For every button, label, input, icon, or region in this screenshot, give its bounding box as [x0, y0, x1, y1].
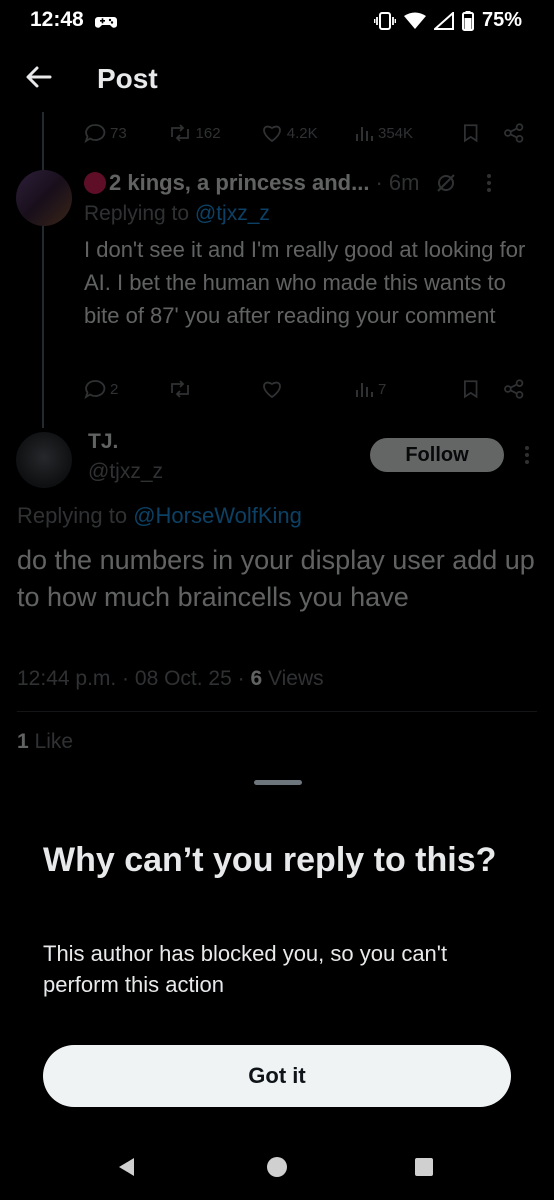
signal-icon: [433, 11, 454, 30]
reply-count: 2: [110, 380, 119, 398]
more-options-icon[interactable]: [485, 172, 493, 194]
repost-count: 162: [195, 124, 221, 142]
avatar[interactable]: [16, 170, 72, 226]
nav-recents-icon[interactable]: [414, 1157, 434, 1177]
avatar[interactable]: [16, 432, 72, 488]
repost-button[interactable]: [168, 379, 261, 399]
bookmark-icon[interactable]: [461, 123, 480, 143]
follow-button[interactable]: Follow: [370, 438, 504, 472]
likes-summary[interactable]: 1 Like: [17, 730, 73, 754]
reply-icon: [84, 124, 106, 143]
views-button[interactable]: 7: [354, 379, 447, 399]
reply-tweet-header: 2 kings, a princess and... · 6m: [84, 170, 539, 196]
heart-icon: [262, 381, 281, 399]
views-count: 354K: [377, 124, 414, 142]
views-count: 6: [250, 667, 263, 690]
heart-icon: [262, 125, 281, 143]
got-it-button[interactable]: Got it: [43, 1045, 511, 1107]
repost-icon: [170, 380, 189, 398]
sheet-message: This author has blocked you, so you can'…: [43, 941, 448, 997]
share-icon[interactable]: [503, 379, 524, 399]
more-options-icon[interactable]: [523, 444, 531, 466]
nav-back-icon[interactable]: [116, 1156, 138, 1178]
divider: [17, 711, 537, 712]
share-icon[interactable]: [503, 123, 524, 143]
bookmark-icon[interactable]: [461, 379, 480, 399]
display-name[interactable]: TJ.: [88, 430, 118, 454]
prev-tweet-actions: 73 162 4.2K 354K: [84, 120, 524, 146]
reply-icon: [84, 380, 106, 399]
thread-line: [42, 112, 44, 428]
reply-button[interactable]: 73: [84, 123, 168, 143]
reply-button[interactable]: 2: [84, 379, 168, 399]
nav-home-icon[interactable]: [266, 1156, 288, 1178]
sheet-drag-handle[interactable]: [254, 780, 302, 785]
tweet-time: · 6m: [375, 170, 420, 195]
vibrate-icon: [373, 11, 396, 30]
conversation-feed: 73 162 4.2K 354K 2 kings, a princess and…: [0, 112, 554, 772]
status-icons: 75%: [373, 9, 522, 32]
views-chart-icon: [355, 127, 373, 141]
wifi-icon: [403, 12, 426, 29]
views-chart-icon: [355, 383, 373, 397]
reply-tweet-actions: 2 7: [84, 376, 524, 402]
red-circle-emoji: [84, 172, 106, 194]
reply-count: 73: [110, 124, 127, 142]
repost-icon: [170, 124, 189, 142]
status-bar: 12:48 75%: [0, 0, 554, 44]
tweet-timestamp: 12:44 p.m. · 08 Oct. 25 · 6 Views: [17, 667, 324, 690]
system-nav-bar: [0, 1130, 554, 1200]
mention-link[interactable]: @HorseWolfKing: [133, 503, 302, 528]
like-count: 4.2K: [286, 124, 318, 142]
like-button[interactable]: [261, 379, 354, 399]
user-handle[interactable]: @tjxz_z: [88, 460, 163, 484]
status-time: 12:48: [30, 8, 84, 31]
grok-icon[interactable]: [435, 172, 457, 194]
tweet-text: I don't see it and I'm really good at lo…: [84, 237, 526, 328]
display-name[interactable]: 2 kings, a princess and...: [109, 170, 369, 196]
replying-to: Replying to @HorseWolfKing: [17, 503, 302, 528]
sheet-title: Why can’t you reply to this?: [43, 841, 497, 879]
top-bar: Post: [0, 50, 554, 110]
replying-to: Replying to @tjxz_z: [84, 202, 270, 225]
views-count: 7: [377, 380, 387, 398]
like-button[interactable]: 4.2K: [261, 123, 354, 143]
tweet-text: do the numbers in your display user add …: [17, 545, 535, 612]
page-title: Post: [97, 63, 158, 94]
game-controller-icon: [95, 17, 117, 28]
repost-button[interactable]: 162: [168, 123, 261, 143]
battery-icon: [461, 10, 474, 31]
mention-link[interactable]: @tjxz_z: [195, 202, 270, 225]
battery-percent: 75%: [481, 9, 522, 31]
views-button[interactable]: 354K: [354, 123, 447, 143]
back-arrow-icon[interactable]: [22, 60, 56, 94]
